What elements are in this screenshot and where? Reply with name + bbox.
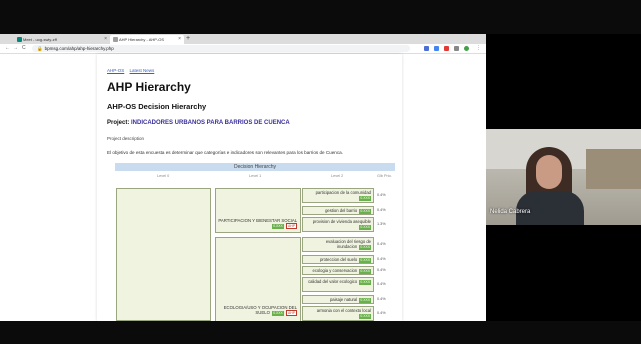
global-priority: 0.4%	[377, 282, 386, 286]
weight-badge: 0.XXX	[272, 224, 284, 229]
level2-node[interactable]: gestion del barrio 0.XXX	[302, 206, 374, 215]
ahp-favicon-icon	[113, 37, 118, 42]
ahp-page: AHP-OS Latest News AHP Hierarchy AHP-OS …	[97, 54, 402, 321]
ahp-button[interactable]: AHP	[286, 223, 297, 229]
new-tab-button[interactable]: +	[186, 34, 190, 44]
project-name: INDICADORES URBANOS PARA BARRIOS DE CUEN…	[131, 120, 290, 126]
profile-avatar[interactable]	[464, 46, 469, 51]
tab-ahp[interactable]: AHP Hierarchy - AHP-OS ×	[110, 35, 184, 44]
global-priority: 0.4%	[377, 193, 386, 197]
description-text: El objetivo de esta encuesta es determin…	[107, 150, 343, 155]
participant-video-tile: Nelida Cabrera	[486, 129, 641, 225]
global-priority: 0.4%	[377, 268, 386, 272]
page-subtitle: AHP-OS Decision Hierarchy	[107, 102, 207, 111]
video-letterbox-top	[0, 0, 641, 34]
close-tab-icon[interactable]: ×	[178, 35, 181, 44]
page-title: AHP Hierarchy	[107, 80, 191, 94]
global-priority: 0.4%	[377, 297, 386, 301]
global-priority: 0.4%	[377, 208, 386, 212]
reload-button[interactable]: C	[22, 44, 26, 53]
extension-icon[interactable]	[444, 46, 449, 51]
level2-node[interactable]: paisaje natural 0.XXX	[302, 295, 374, 304]
global-priority: 0.4%	[377, 257, 386, 261]
tab-meet[interactable]: Meet - uog-swiy-zff ×	[14, 35, 110, 44]
participant-body	[516, 191, 584, 225]
extension-icon[interactable]	[434, 46, 439, 51]
level2-node[interactable]: provision de vivienda asequible 0.XXX	[302, 217, 374, 232]
level1-node[interactable]: ECOLOGIA/USO Y OCUPACION DEL SUELO 0.XXX…	[215, 237, 301, 321]
participant-face	[536, 155, 562, 189]
level2-node[interactable]: calidad del valor ecologico 0.XXX	[302, 277, 374, 292]
level2-node[interactable]: proteccion del suelo 0.XXX	[302, 255, 374, 264]
address-bar-row: ← → C 🔒 bpmsg.com/ahp/ahp-hierarchy.php ⋮	[0, 44, 486, 54]
ahp-button[interactable]: AHP	[286, 310, 297, 316]
level0-node	[116, 188, 211, 321]
link-latest-news[interactable]: Latest News	[130, 68, 155, 73]
project-heading: Project: INDICADORES URBANOS PARA BARRIO…	[107, 120, 290, 126]
back-button[interactable]: ←	[5, 44, 10, 53]
forward-button[interactable]: →	[13, 44, 18, 53]
weight-badge: 0.XXX	[272, 311, 284, 316]
close-tab-icon[interactable]: ×	[104, 35, 107, 44]
star-icon[interactable]	[424, 46, 429, 51]
level2-node[interactable]: ecologia y conservacion 0.XXX	[302, 266, 374, 275]
tab-strip: Meet - uog-swiy-zff × AHP Hierarchy - AH…	[0, 34, 486, 44]
hierarchy-title: Decision Hierarchy	[115, 163, 395, 171]
col-level2: Level 2	[331, 174, 344, 178]
level2-node[interactable]: participacion de la comunidad 0.XXX	[302, 188, 374, 203]
video-background-shelf	[586, 149, 641, 189]
level1-label: ECOLOGIA/USO Y OCUPACION DEL SUELO 0.XXX…	[223, 304, 297, 316]
global-priority: 0.4%	[377, 311, 386, 315]
global-priority: 0.4%	[377, 242, 386, 246]
top-links: AHP-OS Latest News	[107, 68, 158, 73]
level2-node[interactable]: armonia con el contexto local 0.XXX	[302, 306, 374, 321]
description-label: Project description	[107, 136, 145, 141]
browser-window: Meet - uog-swiy-zff × AHP Hierarchy - AH…	[0, 34, 486, 321]
menu-icon[interactable]: ⋮	[476, 44, 481, 53]
extension-icon[interactable]	[454, 46, 459, 51]
col-level1: Level 1	[249, 174, 262, 178]
level2-node[interactable]: evaluacion del riesgo de inundacion 0.XX…	[302, 237, 374, 252]
participant-name: Nelida Cabrera	[490, 209, 531, 215]
url-field[interactable]: 🔒 bpmsg.com/ahp/ahp-hierarchy.php	[32, 45, 410, 52]
col-level0: Level 0	[157, 174, 170, 178]
lock-icon: 🔒	[37, 46, 43, 51]
tab-meet-title: Meet - uog-swiy-zff	[23, 37, 57, 42]
level1-node[interactable]: PARTICIPACION Y BIENESTAR SOCIAL 0.XXX A…	[215, 188, 301, 233]
level1-label: PARTICIPACION Y BIENESTAR SOCIAL 0.XXX A…	[218, 217, 297, 229]
global-priority: 1.3%	[377, 222, 386, 226]
project-label: Project:	[107, 120, 130, 126]
tab-ahp-title: AHP Hierarchy - AHP-OS	[119, 37, 165, 42]
link-ahp-os[interactable]: AHP-OS	[107, 68, 124, 73]
video-letterbox-bottom	[0, 321, 641, 344]
meet-favicon-icon	[17, 37, 22, 42]
url-text: bpmsg.com/ahp/ahp-hierarchy.php	[44, 46, 114, 51]
col-glb-prio: Glb Prio.	[377, 174, 392, 178]
